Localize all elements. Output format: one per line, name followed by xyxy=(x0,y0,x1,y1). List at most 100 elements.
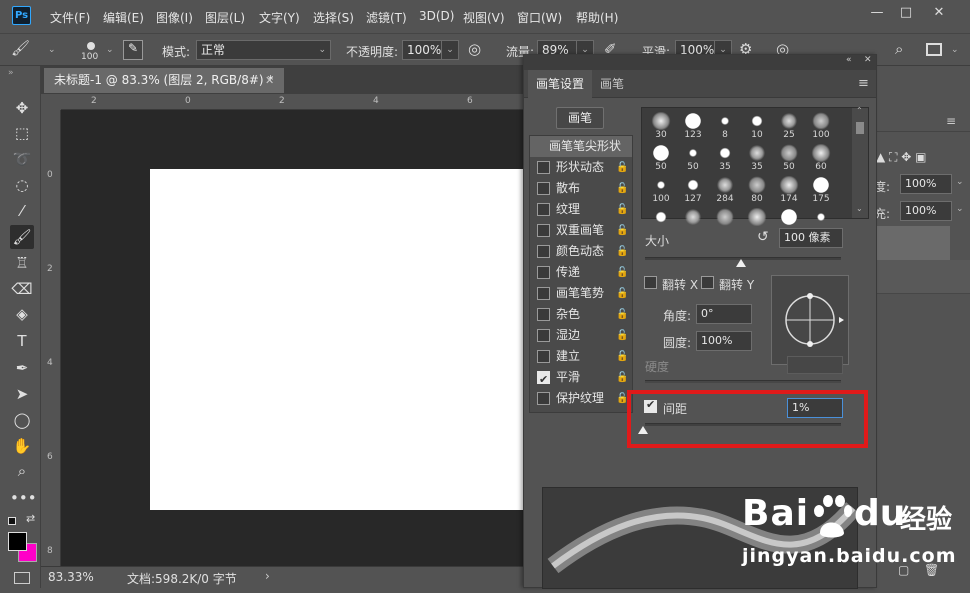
checkbox[interactable] xyxy=(537,266,550,279)
opacity-field[interactable]: 100% xyxy=(402,40,442,60)
lock-icons[interactable]: ▲ ⛶ ✥ ▣ xyxy=(876,150,926,165)
menu-window[interactable]: 窗口(W) xyxy=(517,9,562,26)
menu-help[interactable]: 帮助(H) xyxy=(576,9,618,26)
default-colors-icon[interactable] xyxy=(8,517,16,525)
paint-bucket-tool-icon[interactable]: ◈ xyxy=(10,302,34,326)
checkbox[interactable] xyxy=(537,392,550,405)
chevron-down-icon[interactable]: ⌄ xyxy=(956,204,964,214)
brush-tip[interactable]: 100 xyxy=(645,174,677,206)
scroll-down-icon[interactable]: ⌄ xyxy=(856,204,863,213)
brush-tip[interactable]: 25 xyxy=(773,110,805,142)
zoom-tool-icon[interactable]: ⌕ xyxy=(10,459,34,483)
option-noise[interactable]: 杂色 🔓 xyxy=(530,304,632,325)
brush-presets-button[interactable]: 画笔 xyxy=(556,107,604,129)
lasso-tool-icon[interactable]: ➰ xyxy=(10,147,34,171)
brush-tool-icon[interactable]: 🖌 xyxy=(10,225,34,249)
brush-preview[interactable] xyxy=(80,39,102,53)
zoom-level[interactable]: 83.33% xyxy=(48,570,94,584)
lock-icon[interactable]: 🔓 xyxy=(616,325,628,346)
size-field[interactable]: 100 像素 xyxy=(779,228,843,248)
lock-icon[interactable]: 🔓 xyxy=(616,178,628,199)
brush-tip[interactable]: 80 xyxy=(741,174,773,206)
brush-tip[interactable]: 175 xyxy=(805,174,837,206)
option-color-dynamics[interactable]: 颜色动态 🔓 xyxy=(530,241,632,262)
lock-icon[interactable]: 🔓 xyxy=(616,199,628,220)
brush-tip[interactable]: 10 xyxy=(741,110,773,142)
option-transfer[interactable]: 传递 🔓 xyxy=(530,262,632,283)
size-slider-thumb[interactable] xyxy=(736,259,746,267)
checkbox[interactable] xyxy=(537,245,550,258)
checkbox[interactable] xyxy=(537,329,550,342)
quick-mask-icon[interactable] xyxy=(14,572,30,584)
document-canvas[interactable] xyxy=(150,169,531,510)
brush-tip[interactable]: 30 xyxy=(645,110,677,142)
menu-filter[interactable]: 滤镜(T) xyxy=(366,9,407,26)
maximize-button[interactable]: □ xyxy=(895,4,917,22)
foreground-color-swatch[interactable] xyxy=(8,532,27,551)
menu-edit[interactable]: 编辑(E) xyxy=(103,9,144,26)
checkbox[interactable] xyxy=(537,161,550,174)
type-tool-icon[interactable]: T xyxy=(10,329,34,353)
lock-icon[interactable]: 🔓 xyxy=(616,283,628,304)
checkbox[interactable] xyxy=(537,224,550,237)
eraser-tool-icon[interactable]: ⌫ xyxy=(10,277,34,301)
lock-icon[interactable]: 🔓 xyxy=(616,241,628,262)
layer-row[interactable] xyxy=(876,260,970,294)
chevron-down-icon[interactable]: ⌄ xyxy=(956,177,964,187)
checkbox[interactable] xyxy=(537,287,550,300)
option-shape-dynamics[interactable]: 形状动态 🔓 xyxy=(530,157,632,178)
quick-select-tool-icon[interactable]: ◌ xyxy=(10,173,34,197)
angle-roundness-widget[interactable] xyxy=(771,275,849,365)
tab-brushes[interactable]: 画笔 xyxy=(592,70,632,98)
chevron-down-icon[interactable]: ⌄ xyxy=(951,45,959,55)
brush-tip[interactable] xyxy=(677,206,709,238)
lock-icon[interactable]: 🔓 xyxy=(616,346,628,367)
option-wet-edges[interactable]: 湿边 🔓 xyxy=(530,325,632,346)
stamp-tool-icon[interactable]: ♖ xyxy=(10,251,34,275)
fill-field[interactable]: 100% xyxy=(900,201,952,221)
lock-icon[interactable]: 🔓 xyxy=(616,304,628,325)
search-icon[interactable]: ⌕ xyxy=(895,40,903,58)
brush-tip[interactable]: 127 xyxy=(677,174,709,206)
option-smoothing[interactable]: 平滑 🔓 xyxy=(530,367,632,390)
expand-icon[interactable]: » xyxy=(8,68,14,78)
checkbox[interactable] xyxy=(537,182,550,195)
swap-colors-icon[interactable]: ⇄ xyxy=(26,512,35,525)
brush-tip[interactable]: 174 xyxy=(773,174,805,206)
workspace-icon[interactable] xyxy=(926,43,942,56)
roundness-field[interactable]: 100% xyxy=(696,331,752,351)
brush-tip[interactable]: 60 xyxy=(805,142,837,174)
checkbox[interactable] xyxy=(537,350,550,363)
brush-tip[interactable] xyxy=(709,206,741,238)
checkbox[interactable] xyxy=(537,369,550,390)
brush-tip[interactable]: 8 xyxy=(709,110,741,142)
option-brush-tip-shape[interactable]: 画笔笔尖形状 xyxy=(530,136,632,157)
brush-panel-toggle-icon[interactable]: ✎ xyxy=(123,40,143,60)
close-window-button[interactable]: ✕ xyxy=(928,4,950,22)
status-menu-arrow[interactable]: › xyxy=(265,569,270,583)
close-panel-icon[interactable]: ✕ xyxy=(864,55,872,65)
move-tool-icon[interactable]: ✥ xyxy=(10,96,34,120)
lock-icon[interactable]: 🔓 xyxy=(616,367,628,388)
menu-image[interactable]: 图像(I) xyxy=(156,9,193,26)
brush-tip[interactable]: 50 xyxy=(677,142,709,174)
layer-row-selected[interactable] xyxy=(876,226,950,260)
menu-layer[interactable]: 图层(L) xyxy=(205,9,245,26)
lock-icon[interactable]: 🔓 xyxy=(616,157,628,178)
brush-tip[interactable]: 50 xyxy=(645,142,677,174)
brush-tip[interactable]: 50 xyxy=(773,142,805,174)
tip-grid-scrollbar[interactable]: ⌃ ⌄ xyxy=(852,106,868,218)
pressure-opacity-icon[interactable]: ◎ xyxy=(468,40,481,58)
path-select-tool-icon[interactable]: ➤ xyxy=(10,382,34,406)
chevron-down-icon[interactable]: ⌄ xyxy=(48,45,56,55)
checkbox[interactable] xyxy=(537,203,550,216)
hand-tool-icon[interactable]: ✋ xyxy=(10,434,34,458)
lock-icon[interactable]: 🔓 xyxy=(616,262,628,283)
eyedropper-tool-icon[interactable]: ⁄ xyxy=(10,199,34,223)
flip-y-checkbox[interactable] xyxy=(701,276,714,289)
scroll-thumb[interactable] xyxy=(856,122,864,134)
reset-size-icon[interactable]: ↺ xyxy=(757,229,769,245)
collapse-panel-icon[interactable]: « xyxy=(846,55,852,65)
checkbox[interactable] xyxy=(537,308,550,321)
menu-select[interactable]: 选择(S) xyxy=(313,9,354,26)
